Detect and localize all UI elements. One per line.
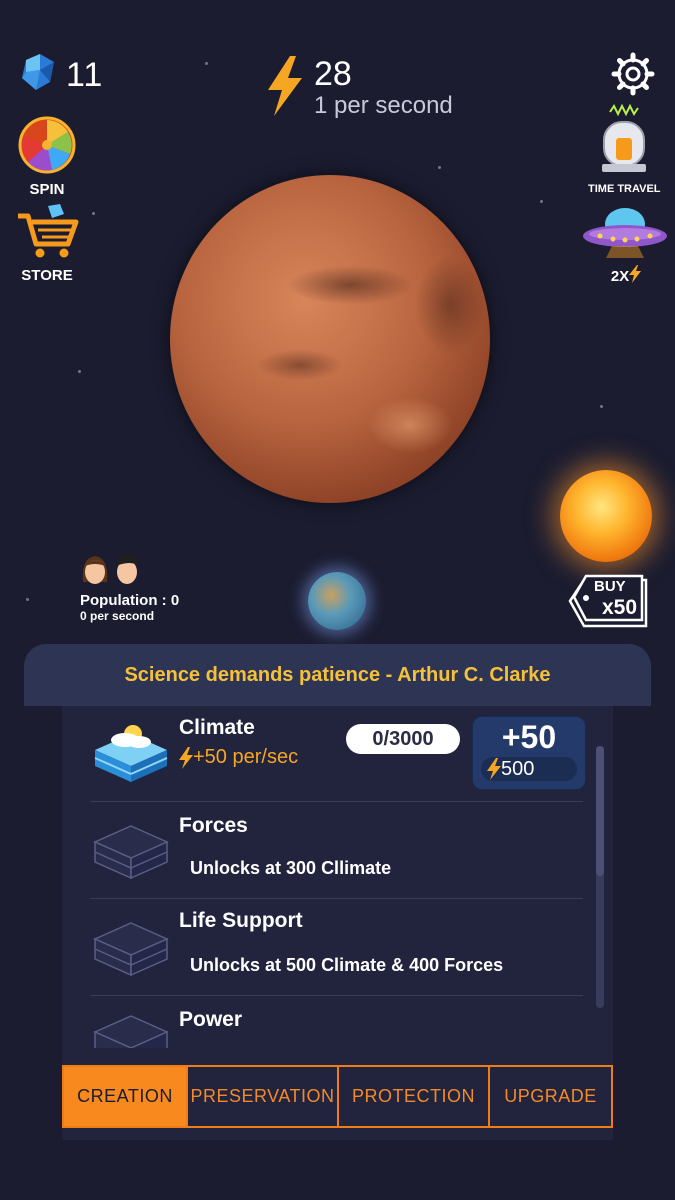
gems-counter: 11 — [18, 52, 103, 99]
climate-buy-cost: 500 — [501, 757, 535, 780]
prize-wheel-icon — [18, 116, 76, 179]
spin-button[interactable]: SPIN — [18, 116, 76, 198]
time-travel-label: TIME TRAVEL — [588, 183, 661, 195]
climate-buy-amount: +50 — [501, 719, 557, 755]
boost-label-wrap: 2X — [610, 265, 642, 287]
tab-preservation[interactable]: PRESERVATION — [188, 1065, 339, 1128]
lightning-icon — [264, 56, 306, 121]
climate-progress: 0/3000 — [346, 724, 460, 754]
shopping-cart-icon — [14, 204, 80, 265]
climate-block-icon — [93, 720, 169, 789]
climate-rate-text: +50 per/sec — [193, 746, 299, 768]
store-label: STORE — [21, 267, 73, 284]
ufo-icon — [582, 204, 668, 263]
list-item-power: Power — [90, 996, 583, 1048]
forces-unlock-text: Unlocks at 300 Cllimate — [190, 858, 392, 878]
quote-banner: Science demands patience - Arthur C. Cla… — [24, 644, 651, 706]
energy-rate: 1 per second — [314, 92, 453, 119]
double-boost-button[interactable]: 2X — [582, 204, 668, 287]
male-avatar-icon — [116, 554, 139, 584]
buy-tag-line1: BUY — [594, 578, 626, 595]
buy-multiplier-button[interactable]: BUY x50 — [566, 572, 650, 630]
locked-block-icon — [93, 917, 169, 984]
population-display: Population : 0 0 per second — [80, 552, 179, 623]
lightning-small-icon — [487, 758, 501, 780]
climate-title: Climate — [179, 716, 255, 739]
climate-buy-cost-wrap: 500 — [481, 757, 577, 781]
tab-protection[interactable]: PROTECTION — [339, 1065, 490, 1128]
time-travel-button[interactable]: TIME TRAVEL — [588, 103, 661, 195]
time-machine-icon — [592, 103, 656, 181]
scrollbar[interactable] — [596, 746, 604, 1008]
locked-block-icon — [93, 820, 169, 887]
quote-text: Science demands patience - Arthur C. Cla… — [124, 663, 551, 686]
tab-upgrade[interactable]: UPGRADE — [490, 1065, 613, 1128]
sun[interactable] — [560, 470, 652, 562]
climate-rate: +50 per/sec — [179, 746, 298, 769]
gems-count: 11 — [66, 56, 104, 94]
gear-icon — [611, 52, 655, 100]
list-item-forces: Forces Unlocks at 300 Cllimate — [90, 802, 583, 899]
list-item-climate: Climate +50 per/sec 0/3000 +50 500 — [90, 706, 586, 802]
spin-label: SPIN — [29, 181, 65, 198]
gem-icon — [18, 52, 60, 99]
buy-tag-line2: x50 — [602, 596, 638, 619]
lightning-small-icon — [629, 265, 642, 287]
tab-creation[interactable]: CREATION — [62, 1065, 188, 1128]
population-avatars — [80, 552, 179, 588]
scrollbar-thumb[interactable] — [596, 746, 604, 876]
energy-count: 28 — [314, 55, 352, 93]
life-support-unlock-text: Unlocks at 500 Climate & 400 Forces — [190, 955, 504, 975]
planet-mars[interactable] — [170, 175, 490, 503]
lightning-small-icon — [179, 746, 193, 769]
power-title: Power — [179, 1008, 243, 1031]
earth-button[interactable] — [308, 572, 366, 630]
store-button[interactable]: STORE — [14, 204, 80, 284]
life-support-title: Life Support — [179, 909, 303, 932]
female-avatar-icon — [82, 556, 108, 584]
list-item-life-support: Life Support Unlocks at 500 Climate & 40… — [90, 899, 583, 996]
locked-block-icon — [93, 1010, 169, 1048]
settings-button[interactable] — [611, 52, 655, 101]
category-tabs: CREATION PRESERVATION PROTECTION UPGRADE — [62, 1065, 613, 1128]
energy-counter: 28 1 per second — [264, 56, 453, 121]
population-rate: 0 per second — [80, 609, 155, 623]
population-label: Population : 0 — [80, 592, 180, 609]
climate-buy-button[interactable]: +50 500 — [472, 716, 586, 790]
forces-title: Forces — [179, 814, 248, 837]
boost-label: 2X — [610, 267, 630, 285]
